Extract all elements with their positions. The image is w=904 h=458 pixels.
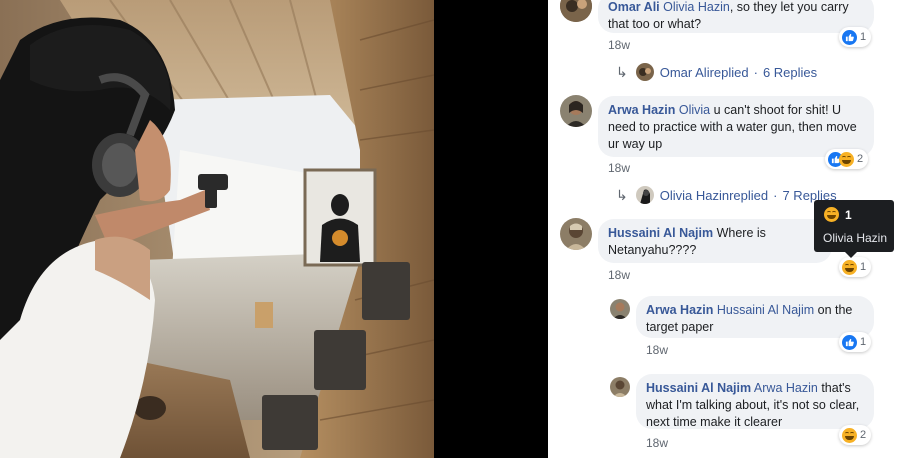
reply-arrow-icon: ↳ (616, 63, 628, 80)
reaction-count: 2 (857, 153, 864, 165)
reaction-summary[interactable]: 2 (839, 425, 872, 445)
avatar-omar-ali-small (635, 63, 654, 81)
comment-bubble: Omar Ali Olivia Hazin, so they let you c… (598, 0, 874, 33)
separator-dot: · (773, 187, 778, 203)
reply-bubble: Arwa Hazin Hussaini Al Najim on the targ… (636, 296, 874, 338)
comment-timestamp[interactable]: 18w (608, 268, 630, 282)
comment-bubble: Hussaini Al Najim Where is Netanyahu???? (598, 219, 832, 263)
shooting-range-photo[interactable] (0, 0, 434, 458)
reply-bubble: Hussaini Al Najim Arwa Hazin that's what… (636, 374, 874, 429)
tooltip-arrow (845, 252, 857, 258)
reaction-count: 1 (860, 31, 867, 43)
reaction-count: 2 (860, 429, 867, 441)
comment-author[interactable]: Hussaini Al Najim (608, 226, 713, 240)
reaction-count: 1 (860, 261, 867, 273)
reaction-tooltip: 1 Olivia Hazin (814, 200, 894, 258)
like-icon (842, 29, 857, 45)
view-replies-link[interactable]: ↳ Omar Ali replied · 6 Replies (616, 63, 817, 81)
comment-mention[interactable]: Olivia (679, 103, 710, 117)
comment-timestamp[interactable]: 18w (608, 38, 630, 52)
avatar-hussaini-al-najim[interactable] (560, 218, 592, 250)
haha-icon (842, 427, 857, 443)
replied-word: replied (729, 187, 769, 203)
reply-mention[interactable]: Arwa Hazin (754, 381, 818, 395)
reply-arrow-icon: ↳ (616, 186, 628, 203)
reply-timestamp[interactable]: 18w (646, 436, 668, 450)
comment-author[interactable]: Omar Ali (608, 0, 660, 14)
avatar-image (560, 0, 592, 22)
avatar-hussaini-al-najim[interactable] (610, 377, 630, 397)
reaction-summary[interactable]: 1 (839, 332, 872, 352)
reply-mention[interactable]: Hussaini Al Najim (717, 303, 814, 317)
avatar-arwa-hazin[interactable] (560, 95, 592, 127)
reply-count: 6 Replies (762, 64, 818, 80)
avatar-arwa-hazin[interactable] (610, 299, 630, 319)
haha-icon (842, 259, 857, 275)
reaction-summary[interactable]: 2 (825, 149, 869, 169)
like-icon (842, 334, 857, 350)
tooltip-header: 1 (824, 207, 852, 222)
comment-author[interactable]: Arwa Hazin (608, 103, 675, 117)
haha-icon (824, 207, 839, 222)
view-replies-link[interactable]: ↳ Olivia Hazin replied · 7 Replies (616, 186, 837, 204)
reply-author[interactable]: Arwa Hazin (646, 303, 713, 317)
avatar-olivia-hazin-small (635, 186, 654, 204)
avatar-omar-ali[interactable] (560, 0, 592, 22)
comment-bubble: Arwa Hazin Olivia u can't shoot for shit… (598, 96, 874, 157)
replied-word: replied (709, 64, 749, 80)
reaction-count: 1 (860, 336, 867, 348)
avatar-image (610, 299, 630, 319)
separator-dot: · (753, 64, 758, 80)
photo-viewer (0, 0, 548, 458)
comment-timestamp[interactable]: 18w (608, 161, 630, 175)
avatar-image (560, 218, 592, 250)
reaction-summary[interactable]: 1 (839, 27, 872, 47)
tooltip-reactor-name: Olivia Hazin (823, 231, 888, 245)
photo-illustration (0, 0, 434, 458)
replier-name: Omar Ali (659, 64, 710, 80)
haha-icon (839, 151, 854, 167)
replier-name: Olivia Hazin (659, 187, 730, 203)
avatar-image (610, 377, 630, 397)
reply-timestamp[interactable]: 18w (646, 343, 668, 357)
comment-mention[interactable]: Olivia Hazin (663, 0, 730, 14)
avatar-image (560, 95, 592, 127)
reaction-summary[interactable]: 1 (839, 257, 872, 277)
reply-author[interactable]: Hussaini Al Najim (646, 381, 751, 395)
tooltip-count: 1 (845, 207, 852, 222)
